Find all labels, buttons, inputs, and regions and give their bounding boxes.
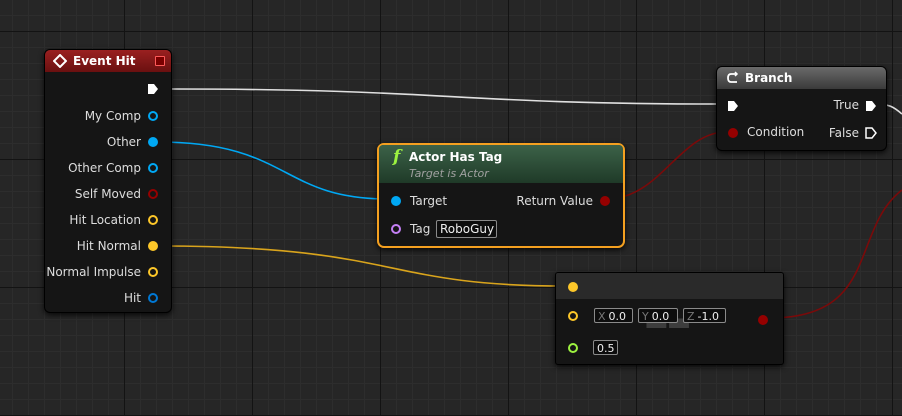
exec-wire[interactable]: [171, 88, 723, 105]
return-value-pin[interactable]: [600, 196, 610, 206]
pin-label-my-comp: My Comp: [84, 109, 141, 123]
branch-exec-in-pin[interactable]: [727, 100, 739, 112]
event-hit-node[interactable]: Event Hit My Comp Other Other Comp Self …: [44, 49, 172, 313]
branch-true-pin[interactable]: [865, 100, 877, 112]
actor-has-tag-node[interactable]: f Actor Has Tag Target is Actor Target R…: [377, 143, 625, 248]
branch-header[interactable]: Branch: [717, 67, 886, 89]
pin-label-hit-location: Hit Location: [69, 213, 141, 227]
hit-normal-pin[interactable]: [148, 241, 158, 251]
branch-node[interactable]: Branch True Condition False: [716, 66, 887, 151]
pin-label-normal-impulse: Normal Impulse: [46, 265, 141, 279]
tag-input[interactable]: RoboGuy: [436, 220, 497, 238]
my-comp-pin[interactable]: [148, 111, 158, 121]
z-field[interactable]: Z -1.0: [683, 308, 726, 323]
float-pin[interactable]: [568, 343, 578, 353]
target-label: Target: [410, 194, 448, 208]
x-axis-label: X: [598, 310, 606, 323]
condition-label: Condition: [747, 125, 805, 139]
vector-out-pin[interactable]: [758, 315, 768, 325]
vector-out-wire[interactable]: [769, 189, 902, 319]
branch-title: Branch: [745, 71, 793, 85]
branch-false-label: False: [828, 126, 859, 140]
branch-true-label: True: [833, 98, 860, 112]
pin-label-hit: Hit: [123, 291, 141, 305]
other-comp-pin[interactable]: [148, 163, 158, 173]
x-field[interactable]: X 0.0: [594, 308, 633, 323]
hitnormal-to-vector-wire[interactable]: [157, 245, 565, 287]
self-moved-pin[interactable]: [148, 189, 158, 199]
pin-label-other-comp: Other Comp: [68, 161, 141, 175]
other-pin[interactable]: [148, 137, 158, 147]
condition-pin[interactable]: [728, 128, 738, 138]
vector-node[interactable]: ▬▬ X0.0 Y0.0 Z-1.0 0.5: [555, 272, 784, 365]
vector-in-pin[interactable]: [568, 282, 578, 292]
y-field[interactable]: Y 0.0: [638, 308, 678, 323]
x-value: 0.0: [608, 310, 627, 323]
event-delegate-pin[interactable]: [155, 56, 165, 66]
pin-label-self-moved: Self Moved: [74, 187, 141, 201]
z-axis-label: Z: [687, 310, 695, 323]
other-to-target-wire[interactable]: [157, 141, 389, 200]
vector-param-pin[interactable]: [568, 311, 578, 321]
return-value-label: Return Value: [516, 194, 593, 208]
event-diamond-icon: [53, 54, 67, 68]
tag-label: Tag: [410, 222, 431, 236]
event-hit-title: Event Hit: [73, 54, 136, 68]
actor-has-tag-title: Actor Has Tag: [409, 150, 503, 164]
branch-false-pin[interactable]: [865, 127, 877, 139]
hit-pin[interactable]: [148, 293, 158, 303]
float-field[interactable]: 0.5: [593, 340, 618, 355]
exec-out-pin[interactable]: [147, 83, 159, 95]
event-hit-header[interactable]: Event Hit: [45, 50, 171, 72]
pin-label-other: Other: [106, 135, 141, 149]
hit-location-pin[interactable]: [148, 215, 158, 225]
actor-has-tag-header[interactable]: f Actor Has Tag Target is Actor: [379, 145, 623, 183]
target-pin[interactable]: [391, 196, 401, 206]
pin-label-hit-normal: Hit Normal: [76, 239, 141, 253]
branch-icon: [727, 71, 739, 83]
function-icon: f: [393, 147, 401, 167]
vector-node-header: [556, 273, 783, 299]
y-value: 0.0: [651, 310, 670, 323]
y-axis-label: Y: [642, 310, 649, 323]
tag-pin[interactable]: [391, 224, 401, 234]
z-value: -1.0: [697, 310, 720, 323]
normal-impulse-pin[interactable]: [148, 267, 158, 277]
actor-has-tag-subtitle: Target is Actor: [409, 167, 489, 180]
